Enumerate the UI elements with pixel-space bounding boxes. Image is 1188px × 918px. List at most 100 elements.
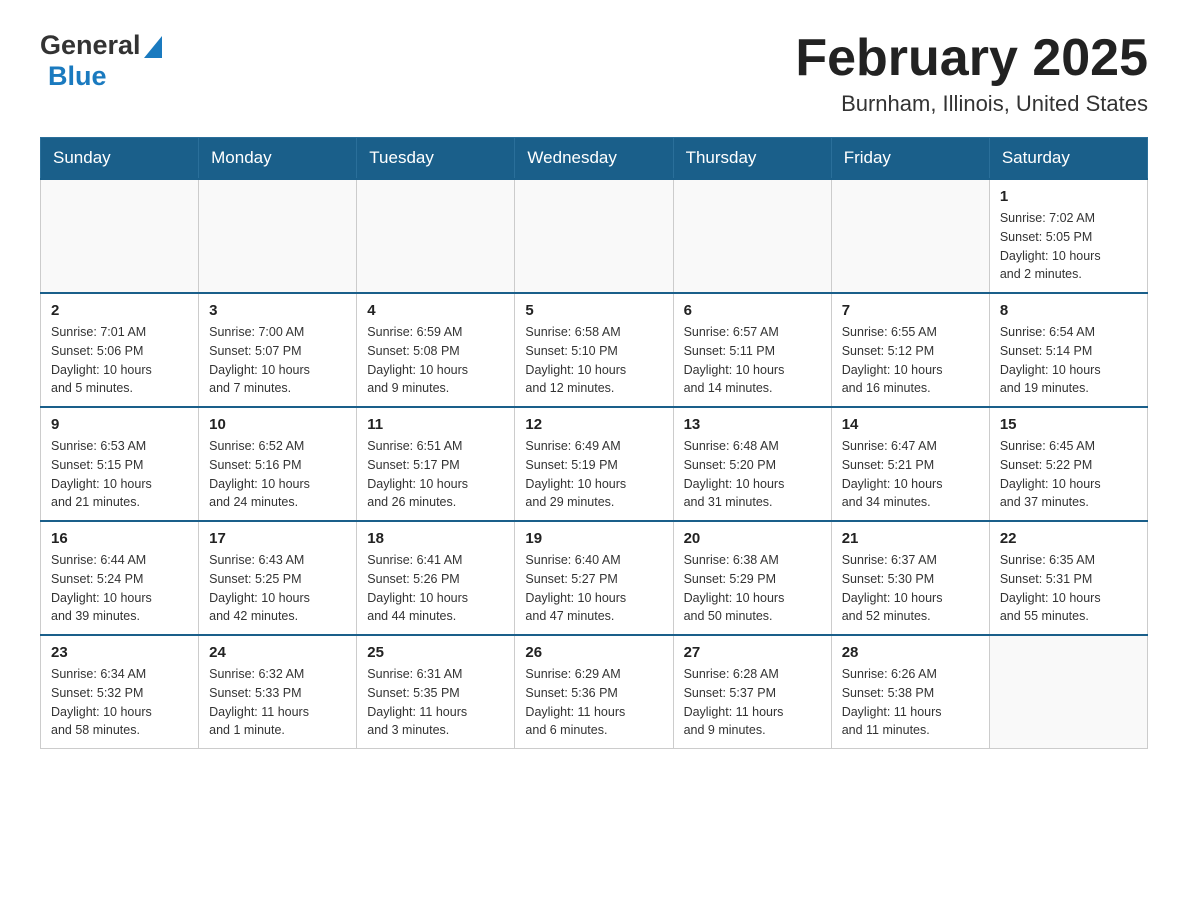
day-number: 9 bbox=[51, 416, 188, 433]
calendar-cell: 20 Sunrise: 6:38 AM Sunset: 5:29 PM Dayli… bbox=[673, 521, 831, 635]
day-info: Sunrise: 6:31 AM Sunset: 5:35 PM Dayligh… bbox=[367, 665, 504, 740]
day-number: 17 bbox=[209, 530, 346, 547]
day-info: Sunrise: 7:01 AM Sunset: 5:06 PM Dayligh… bbox=[51, 323, 188, 398]
day-number: 22 bbox=[1000, 530, 1137, 547]
day-number: 1 bbox=[1000, 188, 1137, 205]
logo: General Blue bbox=[40, 30, 162, 92]
day-info: Sunrise: 6:40 AM Sunset: 5:27 PM Dayligh… bbox=[525, 551, 662, 626]
calendar-cell bbox=[831, 179, 989, 293]
calendar-header-row: Sunday Monday Tuesday Wednesday Thursday… bbox=[41, 138, 1148, 180]
day-number: 12 bbox=[525, 416, 662, 433]
day-number: 25 bbox=[367, 644, 504, 661]
header-friday: Friday bbox=[831, 138, 989, 180]
day-info: Sunrise: 6:38 AM Sunset: 5:29 PM Dayligh… bbox=[684, 551, 821, 626]
day-info: Sunrise: 6:37 AM Sunset: 5:30 PM Dayligh… bbox=[842, 551, 979, 626]
day-number: 6 bbox=[684, 302, 821, 319]
day-info: Sunrise: 6:53 AM Sunset: 5:15 PM Dayligh… bbox=[51, 437, 188, 512]
day-info: Sunrise: 6:57 AM Sunset: 5:11 PM Dayligh… bbox=[684, 323, 821, 398]
day-number: 27 bbox=[684, 644, 821, 661]
header-tuesday: Tuesday bbox=[357, 138, 515, 180]
header-thursday: Thursday bbox=[673, 138, 831, 180]
calendar-week-row: 9 Sunrise: 6:53 AM Sunset: 5:15 PM Daylig… bbox=[41, 407, 1148, 521]
day-number: 16 bbox=[51, 530, 188, 547]
calendar-cell bbox=[989, 635, 1147, 749]
calendar-cell: 5 Sunrise: 6:58 AM Sunset: 5:10 PM Daylig… bbox=[515, 293, 673, 407]
calendar-cell: 15 Sunrise: 6:45 AM Sunset: 5:22 PM Dayli… bbox=[989, 407, 1147, 521]
calendar-cell: 13Sunrise: 6:48 AM Sunset: 5:20 PM Dayli… bbox=[673, 407, 831, 521]
day-number: 3 bbox=[209, 302, 346, 319]
day-info: Sunrise: 6:45 AM Sunset: 5:22 PM Dayligh… bbox=[1000, 437, 1137, 512]
day-number: 23 bbox=[51, 644, 188, 661]
page-header: General Blue February 2025 Burnham, Illi… bbox=[40, 30, 1148, 117]
calendar-cell: 7 Sunrise: 6:55 AM Sunset: 5:12 PM Daylig… bbox=[831, 293, 989, 407]
day-info: Sunrise: 6:59 AM Sunset: 5:08 PM Dayligh… bbox=[367, 323, 504, 398]
calendar-cell: 17 Sunrise: 6:43 AM Sunset: 5:25 PM Dayli… bbox=[199, 521, 357, 635]
calendar-cell: 23 Sunrise: 6:34 AM Sunset: 5:32 PM Dayli… bbox=[41, 635, 199, 749]
title-area: February 2025 Burnham, Illinois, United … bbox=[795, 30, 1148, 117]
calendar-cell: 24 Sunrise: 6:32 AM Sunset: 5:33 PM Dayli… bbox=[199, 635, 357, 749]
header-monday: Monday bbox=[199, 138, 357, 180]
day-info: Sunrise: 6:35 AM Sunset: 5:31 PM Dayligh… bbox=[1000, 551, 1137, 626]
header-wednesday: Wednesday bbox=[515, 138, 673, 180]
day-info: Sunrise: 6:41 AM Sunset: 5:26 PM Dayligh… bbox=[367, 551, 504, 626]
day-info: Sunrise: 6:43 AM Sunset: 5:25 PM Dayligh… bbox=[209, 551, 346, 626]
day-number: 20 bbox=[684, 530, 821, 547]
calendar-cell: 25 Sunrise: 6:31 AM Sunset: 5:35 PM Dayli… bbox=[357, 635, 515, 749]
calendar-cell bbox=[357, 179, 515, 293]
calendar-cell: 2 Sunrise: 7:01 AM Sunset: 5:06 PM Daylig… bbox=[41, 293, 199, 407]
calendar-cell: 19Sunrise: 6:40 AM Sunset: 5:27 PM Dayli… bbox=[515, 521, 673, 635]
logo-general-text: General bbox=[40, 30, 141, 61]
day-info: Sunrise: 7:00 AM Sunset: 5:07 PM Dayligh… bbox=[209, 323, 346, 398]
day-info: Sunrise: 6:51 AM Sunset: 5:17 PM Dayligh… bbox=[367, 437, 504, 512]
calendar-cell: 3 Sunrise: 7:00 AM Sunset: 5:07 PM Daylig… bbox=[199, 293, 357, 407]
calendar-cell: 26Sunrise: 6:29 AM Sunset: 5:36 PM Dayli… bbox=[515, 635, 673, 749]
calendar-cell: 9 Sunrise: 6:53 AM Sunset: 5:15 PM Daylig… bbox=[41, 407, 199, 521]
day-info: Sunrise: 6:47 AM Sunset: 5:21 PM Dayligh… bbox=[842, 437, 979, 512]
calendar-week-row: 23 Sunrise: 6:34 AM Sunset: 5:32 PM Dayli… bbox=[41, 635, 1148, 749]
day-number: 13 bbox=[684, 416, 821, 433]
day-number: 5 bbox=[525, 302, 662, 319]
day-info: Sunrise: 7:02 AM Sunset: 5:05 PM Dayligh… bbox=[1000, 209, 1137, 284]
calendar-cell: 18 Sunrise: 6:41 AM Sunset: 5:26 PM Dayli… bbox=[357, 521, 515, 635]
day-number: 28 bbox=[842, 644, 979, 661]
day-info: Sunrise: 6:32 AM Sunset: 5:33 PM Dayligh… bbox=[209, 665, 346, 740]
calendar-cell bbox=[673, 179, 831, 293]
header-saturday: Saturday bbox=[989, 138, 1147, 180]
calendar-cell bbox=[41, 179, 199, 293]
day-number: 15 bbox=[1000, 416, 1137, 433]
day-info: Sunrise: 6:55 AM Sunset: 5:12 PM Dayligh… bbox=[842, 323, 979, 398]
calendar-cell: 21 Sunrise: 6:37 AM Sunset: 5:30 PM Dayli… bbox=[831, 521, 989, 635]
location-subtitle: Burnham, Illinois, United States bbox=[795, 91, 1148, 117]
day-info: Sunrise: 6:58 AM Sunset: 5:10 PM Dayligh… bbox=[525, 323, 662, 398]
day-info: Sunrise: 6:34 AM Sunset: 5:32 PM Dayligh… bbox=[51, 665, 188, 740]
calendar-cell: 16Sunrise: 6:44 AM Sunset: 5:24 PM Dayli… bbox=[41, 521, 199, 635]
header-sunday: Sunday bbox=[41, 138, 199, 180]
day-number: 11 bbox=[367, 416, 504, 433]
day-number: 7 bbox=[842, 302, 979, 319]
calendar-cell: 10 Sunrise: 6:52 AM Sunset: 5:16 PM Dayli… bbox=[199, 407, 357, 521]
day-info: Sunrise: 6:52 AM Sunset: 5:16 PM Dayligh… bbox=[209, 437, 346, 512]
day-number: 24 bbox=[209, 644, 346, 661]
day-number: 18 bbox=[367, 530, 504, 547]
calendar-cell: 14 Sunrise: 6:47 AM Sunset: 5:21 PM Dayli… bbox=[831, 407, 989, 521]
day-info: Sunrise: 6:26 AM Sunset: 5:38 PM Dayligh… bbox=[842, 665, 979, 740]
day-number: 21 bbox=[842, 530, 979, 547]
calendar-cell: 22 Sunrise: 6:35 AM Sunset: 5:31 PM Dayli… bbox=[989, 521, 1147, 635]
day-number: 2 bbox=[51, 302, 188, 319]
calendar-week-row: 16Sunrise: 6:44 AM Sunset: 5:24 PM Dayli… bbox=[41, 521, 1148, 635]
calendar-week-row: 2 Sunrise: 7:01 AM Sunset: 5:06 PM Daylig… bbox=[41, 293, 1148, 407]
calendar-table: Sunday Monday Tuesday Wednesday Thursday… bbox=[40, 137, 1148, 749]
calendar-week-row: 1 Sunrise: 7:02 AM Sunset: 5:05 PM Daylig… bbox=[41, 179, 1148, 293]
logo-blue-text: Blue bbox=[48, 61, 107, 92]
day-info: Sunrise: 6:49 AM Sunset: 5:19 PM Dayligh… bbox=[525, 437, 662, 512]
calendar-cell: 6 Sunrise: 6:57 AM Sunset: 5:11 PM Daylig… bbox=[673, 293, 831, 407]
calendar-cell: 27 Sunrise: 6:28 AM Sunset: 5:37 PM Dayli… bbox=[673, 635, 831, 749]
calendar-cell: 11 Sunrise: 6:51 AM Sunset: 5:17 PM Dayli… bbox=[357, 407, 515, 521]
day-info: Sunrise: 6:28 AM Sunset: 5:37 PM Dayligh… bbox=[684, 665, 821, 740]
day-number: 10 bbox=[209, 416, 346, 433]
day-number: 26 bbox=[525, 644, 662, 661]
calendar-cell: 1 Sunrise: 7:02 AM Sunset: 5:05 PM Daylig… bbox=[989, 179, 1147, 293]
calendar-cell: 4 Sunrise: 6:59 AM Sunset: 5:08 PM Daylig… bbox=[357, 293, 515, 407]
day-number: 14 bbox=[842, 416, 979, 433]
day-number: 4 bbox=[367, 302, 504, 319]
